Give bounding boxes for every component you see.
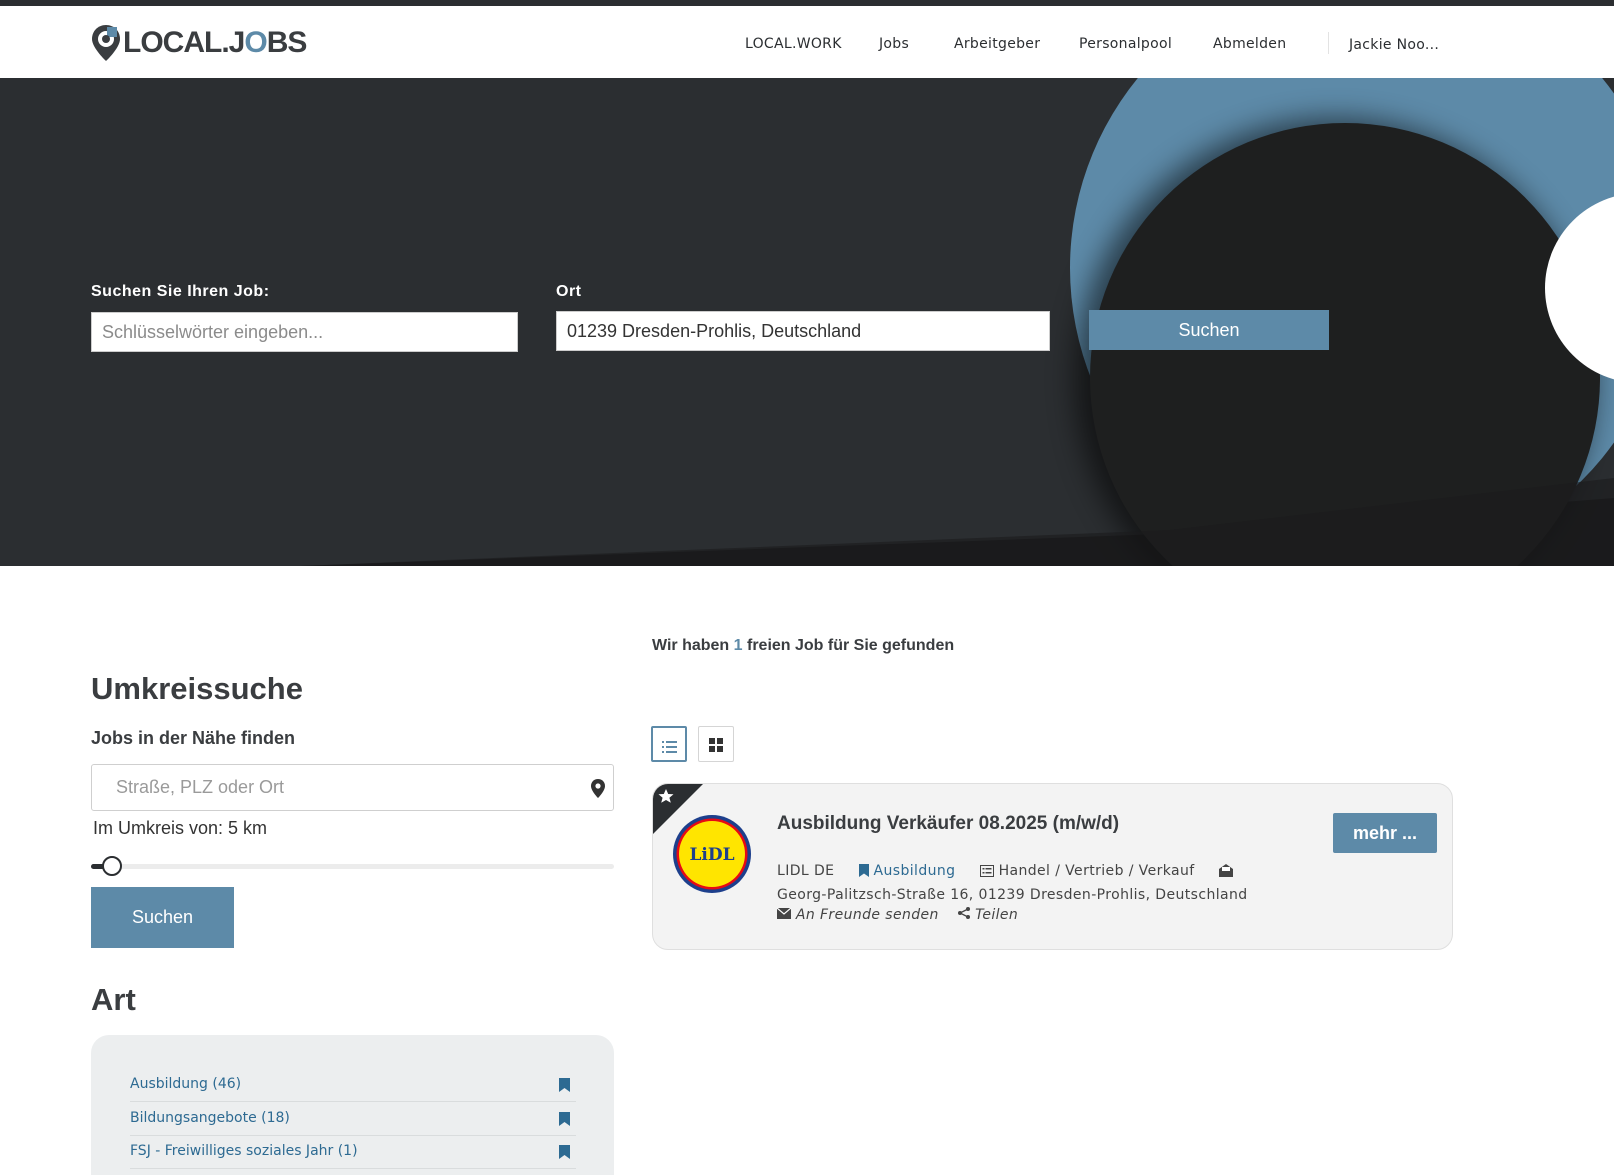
grid-icon — [709, 737, 723, 756]
list-alt-icon — [979, 863, 994, 879]
radius-slider-handle[interactable] — [102, 856, 122, 876]
share-icon — [958, 907, 971, 923]
results-count-text: Wir haben 1 freien Job für Sie gefunden — [652, 637, 955, 654]
job-actions: An Freunde senden Teilen — [776, 907, 1018, 923]
nav-item-local-work[interactable]: LOCAL.WORK — [745, 36, 842, 52]
company-logo-text: LiDL — [689, 845, 734, 865]
location-pin-icon[interactable] — [591, 779, 605, 802]
share-link[interactable]: Teilen — [975, 907, 1018, 923]
nav-item-arbeitgeber[interactable]: Arbeitgeber — [954, 36, 1040, 52]
bookmark-icon — [559, 1077, 570, 1096]
radius-search-heading: Umkreissuche — [91, 671, 303, 706]
job-type-tag[interactable]: Ausbildung — [874, 863, 956, 879]
list-view-button[interactable] — [651, 726, 687, 762]
list-icon — [662, 738, 677, 757]
job-title[interactable]: Ausbildung Verkäufer 08.2025 (m/w/d) — [777, 813, 1119, 835]
job-keyword-input[interactable]: Schlüsselwörter eingeben... — [91, 312, 518, 352]
user-menu[interactable]: Jackie Noo... — [1349, 37, 1439, 53]
hero-search-button[interactable]: Suchen — [1089, 310, 1329, 350]
main-nav: LOCAL.WORK Jobs Arbeitgeber Personalpool… — [0, 36, 1614, 60]
bookmark-icon — [559, 1144, 570, 1163]
filter-item-bildungsangebote[interactable]: Bildungsangebote (18) — [130, 1102, 576, 1136]
radius-search-button[interactable]: Suchen — [91, 887, 234, 948]
hero-search: Suchen Sie Ihren Job: Schlüsselwörter ei… — [0, 78, 1614, 566]
results-count: 1 — [733, 637, 743, 654]
nav-item-personalpool[interactable]: Personalpool — [1079, 36, 1172, 52]
bookmark-icon — [559, 1111, 570, 1130]
nav-item-jobs[interactable]: Jobs — [879, 36, 909, 52]
grid-view-button[interactable] — [698, 726, 734, 762]
filter-item-label: Bildungsangebote (18) — [130, 1110, 290, 1126]
job-meta: LIDL DE Ausbildung Handel / Vertrieb / V… — [777, 859, 1277, 907]
envelope-open-icon — [1218, 863, 1233, 879]
location-input[interactable]: 01239 Dresden-Prohlis, Deutschland — [556, 311, 1050, 351]
nav-divider — [1328, 32, 1329, 54]
filter-item-label: FSJ - Freiwilliges soziales Jahr (1) — [130, 1143, 358, 1159]
bookmark-icon — [858, 863, 869, 879]
site-header: LOCAL.JOBS LOCAL.WORK Jobs Arbeitgeber P… — [0, 6, 1614, 78]
more-button[interactable]: mehr ... — [1333, 813, 1437, 853]
job-address: Georg-Palitzsch-Straße 16, 01239 Dresden… — [777, 887, 1248, 903]
filter-item-label: Ausbildung (46) — [130, 1076, 242, 1092]
location-label: Ort — [556, 283, 582, 300]
radius-search-subheading: Jobs in der Nähe finden — [91, 728, 296, 748]
filter-item-ausbildung[interactable]: Ausbildung (46) — [130, 1068, 576, 1102]
job-category: Handel / Vertrieb / Verkauf — [998, 863, 1195, 879]
job-search-label: Suchen Sie Ihren Job: — [91, 283, 270, 300]
filter-item-fsj[interactable]: FSJ - Freiwilliges soziales Jahr (1) — [130, 1135, 576, 1169]
radius-value-label: Im Umkreis von: 5 km — [93, 818, 268, 838]
envelope-icon — [776, 907, 792, 923]
nav-item-abmelden[interactable]: Abmelden — [1213, 36, 1286, 52]
radius-location-placeholder: Straße, PLZ oder Ort — [116, 777, 285, 797]
type-filter-heading: Art — [91, 982, 136, 1017]
radius-location-input[interactable]: Straße, PLZ oder Ort — [91, 764, 614, 811]
company-logo: LiDL — [672, 814, 752, 898]
send-to-friends-link[interactable]: An Freunde senden — [796, 907, 939, 923]
radius-slider-track[interactable] — [91, 864, 614, 869]
type-filter-list: Ausbildung (46) Bildungsangebote (18) FS… — [91, 1035, 614, 1175]
job-company: LIDL DE — [777, 863, 835, 879]
